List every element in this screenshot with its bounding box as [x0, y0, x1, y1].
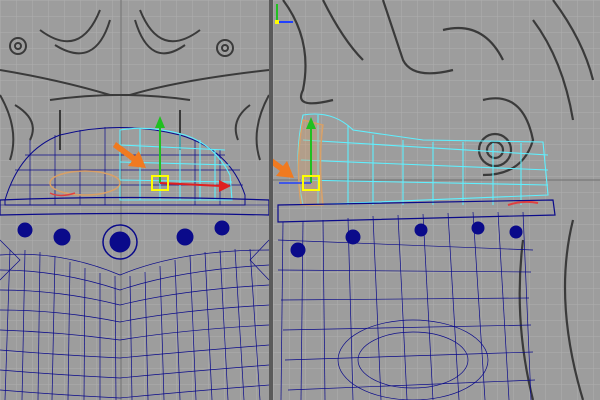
view-axis-icon: [275, 4, 293, 24]
viewport-side-canvas[interactable]: [273, 0, 600, 400]
viewport-side[interactable]: [273, 0, 600, 400]
viewport-front[interactable]: [0, 0, 269, 400]
viewport-front-canvas[interactable]: [0, 0, 269, 400]
modeling-app-viewports: [0, 0, 600, 400]
